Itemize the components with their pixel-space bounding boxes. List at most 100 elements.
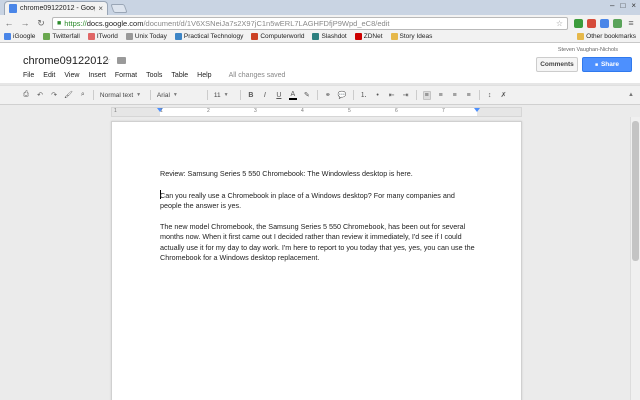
scrollbar-thumb[interactable] bbox=[632, 121, 639, 261]
bookmark-item[interactable]: ITworld bbox=[87, 33, 118, 40]
bookmark-item[interactable]: Practical Technology bbox=[174, 33, 244, 40]
extension-icon[interactable] bbox=[600, 18, 609, 28]
wrench-menu-icon[interactable]: ≡ bbox=[626, 18, 636, 28]
comments-button[interactable]: Comments bbox=[536, 57, 578, 72]
toolbar-divider bbox=[149, 90, 151, 100]
bookmark-label: Practical Technology bbox=[183, 33, 244, 40]
maximize-icon[interactable]: □ bbox=[620, 1, 625, 10]
zoom-icon[interactable]: ⌕ bbox=[79, 91, 87, 99]
address-bar[interactable]: ■ https://docs.google.com/document/d/1V6… bbox=[52, 16, 568, 30]
forward-icon[interactable]: → bbox=[20, 18, 30, 28]
menu-bar: File Edit View Insert Format Tools Table Help Al… bbox=[23, 72, 285, 79]
ruler-number: 1 bbox=[114, 108, 117, 114]
bookmark-item[interactable]: Unix Today bbox=[125, 33, 167, 40]
bulleted-list-icon[interactable]: • bbox=[374, 92, 382, 99]
line-spacing-icon[interactable]: ↕ bbox=[486, 92, 494, 99]
doc-paragraph[interactable]: Review: Samsung Series 5 550 Chromebook:… bbox=[160, 169, 478, 179]
right-indent-marker[interactable] bbox=[474, 108, 480, 112]
text-color-icon: A bbox=[290, 90, 296, 98]
window-close-icon[interactable]: × bbox=[631, 1, 636, 10]
highlight-color-icon[interactable]: ✎ bbox=[303, 91, 311, 99]
bookmark-item[interactable]: Twitterfall bbox=[43, 33, 80, 40]
menu-item-view[interactable]: View bbox=[64, 72, 79, 79]
extension-icon[interactable] bbox=[587, 18, 596, 28]
minimize-icon[interactable]: – bbox=[610, 1, 614, 10]
share-button[interactable]: ■ Share bbox=[582, 57, 632, 72]
document-body[interactable]: Review: Samsung Series 5 550 Chromebook:… bbox=[160, 169, 478, 274]
menu-item-edit[interactable]: Edit bbox=[43, 72, 55, 79]
doc-paragraph-text: Can you really use a Chromebook in place… bbox=[160, 190, 455, 211]
menu-item-file[interactable]: File bbox=[23, 72, 34, 79]
lock-icon: ■ bbox=[57, 19, 62, 27]
numbered-list-icon[interactable]: ⒈ bbox=[360, 90, 368, 100]
folder-icon[interactable] bbox=[117, 57, 126, 64]
bookmark-item[interactable]: Story Ideas bbox=[390, 33, 432, 40]
bookmark-favicon-icon bbox=[125, 33, 133, 40]
other-bookmarks-label: Other bookmarks bbox=[586, 33, 636, 40]
align-left-icon[interactable]: ≡ bbox=[422, 90, 431, 100]
collapse-toolbar-icon[interactable]: ▲ bbox=[628, 92, 634, 98]
bold-button[interactable]: B bbox=[247, 92, 255, 99]
menu-item-help[interactable]: Help bbox=[197, 72, 211, 79]
extension-icon[interactable] bbox=[574, 18, 583, 28]
undo-icon[interactable]: ↶ bbox=[36, 91, 44, 99]
font-size-value: 11 bbox=[213, 91, 221, 99]
menu-item-insert[interactable]: Insert bbox=[88, 72, 106, 79]
underline-button[interactable]: U bbox=[275, 92, 283, 99]
align-center-icon[interactable]: ≡ bbox=[437, 92, 445, 99]
tab-strip: chrome09122012 - Goog × – □ × bbox=[0, 0, 640, 15]
menu-item-tools[interactable]: Tools bbox=[146, 72, 162, 79]
ruler-number: 2 bbox=[207, 108, 210, 114]
document-workspace: 1 1 2 3 4 5 6 7 Review: Samsung Series 5 550 Ch… bbox=[0, 105, 640, 400]
text-color-button[interactable]: A bbox=[288, 90, 297, 100]
url-scheme: https:// bbox=[64, 18, 87, 28]
ruler-number: 4 bbox=[301, 108, 304, 114]
user-name[interactable]: Steven Vaughan-Nichols bbox=[558, 47, 618, 53]
insert-link-icon[interactable]: ⚭ bbox=[324, 91, 332, 99]
docs-favicon-icon bbox=[9, 4, 17, 13]
browser-tab[interactable]: chrome09122012 - Goog × bbox=[4, 1, 108, 15]
other-bookmarks[interactable]: Other bookmarks bbox=[577, 33, 636, 40]
bookmark-label: ITworld bbox=[96, 33, 118, 40]
doc-paragraph[interactable]: Can you really use a Chromebook in place… bbox=[160, 189, 478, 212]
font-size-dropdown[interactable]: 11 ▼ bbox=[214, 92, 234, 99]
ruler[interactable]: 1 1 2 3 4 5 6 7 bbox=[111, 107, 522, 117]
italic-button[interactable]: I bbox=[261, 92, 269, 99]
font-dropdown[interactable]: Arial ▼ bbox=[157, 92, 201, 99]
bookmark-favicon-icon bbox=[390, 33, 398, 40]
menu-item-table[interactable]: Table bbox=[171, 72, 188, 79]
bookmark-item[interactable]: ZDNet bbox=[354, 33, 383, 40]
document-page[interactable]: Review: Samsung Series 5 550 Chromebook:… bbox=[111, 121, 522, 400]
clear-formatting-icon[interactable]: ✗ bbox=[500, 91, 508, 99]
caret-down-icon: ▼ bbox=[136, 92, 142, 98]
bookmark-label: Twitterfall bbox=[52, 33, 80, 40]
bookmark-item[interactable]: iGoogle bbox=[4, 33, 35, 40]
insert-comment-icon[interactable]: 💬 bbox=[338, 91, 347, 99]
extension-icon[interactable] bbox=[613, 18, 622, 28]
align-right-icon[interactable]: ≡ bbox=[451, 92, 459, 99]
bookmark-favicon-icon bbox=[43, 33, 51, 40]
reload-icon[interactable]: ↻ bbox=[36, 18, 46, 29]
star-icon[interactable]: ☆ bbox=[103, 55, 111, 66]
decrease-indent-icon[interactable]: ⇤ bbox=[388, 91, 396, 99]
print-icon[interactable]: ⎙ bbox=[22, 91, 30, 99]
increase-indent-icon[interactable]: ⇥ bbox=[402, 91, 410, 99]
bookmark-item[interactable]: Computerworld bbox=[251, 33, 304, 40]
paint-format-icon[interactable]: 🖌 bbox=[64, 91, 73, 99]
bookmark-item[interactable]: Slashdot bbox=[312, 33, 347, 40]
ruler-number: 5 bbox=[348, 108, 351, 114]
bookmark-star-icon[interactable]: ☆ bbox=[556, 19, 563, 28]
doc-paragraph[interactable]: The new model Chromebook, the Samsung Se… bbox=[160, 222, 478, 264]
redo-icon[interactable]: ↷ bbox=[50, 91, 58, 99]
lock-icon: ■ bbox=[594, 61, 598, 68]
align-justify-icon[interactable]: ≡ bbox=[465, 92, 473, 99]
back-icon[interactable]: ← bbox=[4, 18, 14, 28]
menu-item-format[interactable]: Format bbox=[115, 72, 137, 79]
new-tab-button[interactable] bbox=[110, 4, 128, 13]
toolbar-divider bbox=[415, 90, 417, 100]
ruler-right-margin bbox=[477, 108, 521, 116]
tab-close-icon[interactable]: × bbox=[98, 4, 103, 13]
document-title[interactable]: chrome09122012 bbox=[23, 55, 109, 67]
style-dropdown[interactable]: Normal text ▼ bbox=[100, 92, 144, 99]
vertical-scrollbar[interactable] bbox=[630, 117, 640, 400]
